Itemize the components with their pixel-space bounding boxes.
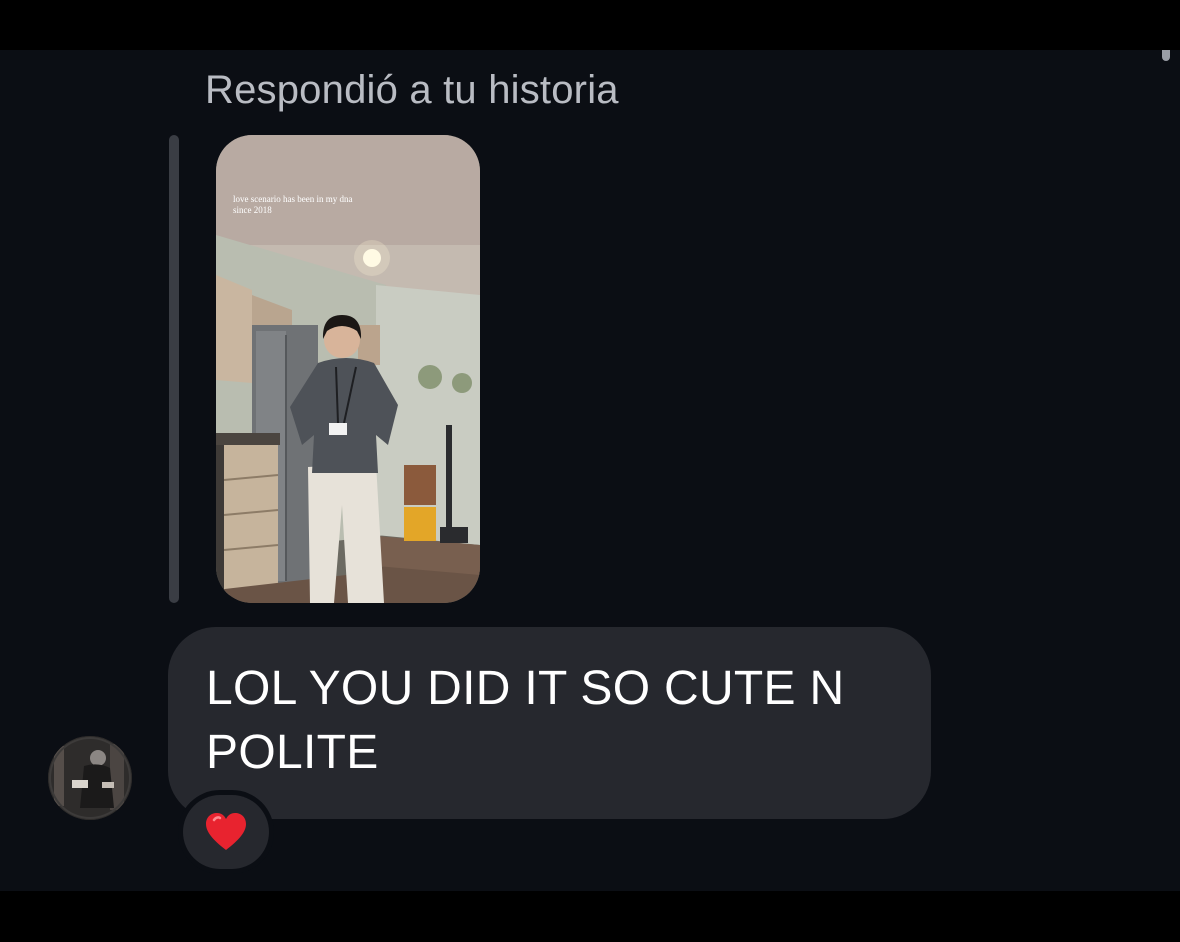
story-reply-header: Respondió a tu historia — [205, 68, 619, 112]
top-letterbox — [0, 0, 1180, 50]
chat-thread[interactable]: Respondió a tu historia love scenario ha… — [0, 50, 1180, 891]
reply-quote-bar — [169, 135, 179, 603]
scrollbar-thumb[interactable] — [1162, 50, 1170, 61]
sender-avatar[interactable] — [48, 736, 132, 820]
message-bubble[interactable]: LOL YOU DID IT SO CUTE N POLITE — [168, 627, 931, 819]
story-caption: love scenario has been in my dna since 2… — [233, 194, 353, 215]
message-text: LOL YOU DID IT SO CUTE N POLITE — [206, 662, 845, 779]
story-preview[interactable]: love scenario has been in my dna since 2… — [216, 135, 480, 603]
bottom-letterbox — [0, 891, 1180, 942]
reaction-badge[interactable] — [183, 795, 269, 869]
heart-icon — [206, 813, 246, 850]
avatar-photo — [48, 736, 132, 820]
